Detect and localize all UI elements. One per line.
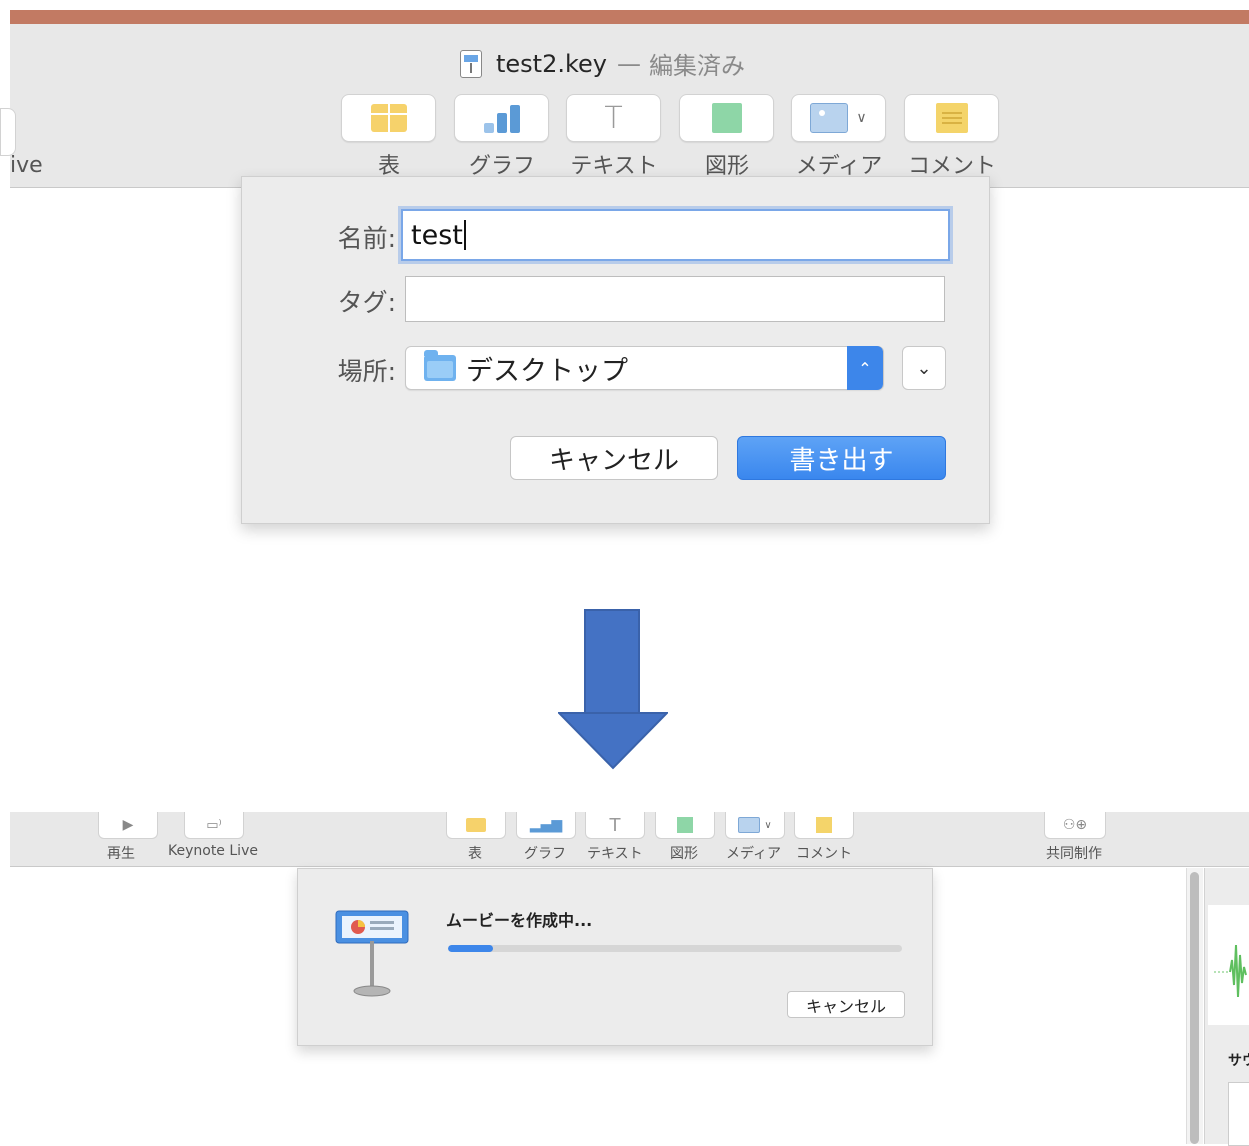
keynote-live-button[interactable]: [0, 108, 16, 156]
window-title: test2.key — 編集済み: [460, 46, 745, 81]
table-icon: [466, 818, 486, 832]
scrollbar-thumb[interactable]: [1190, 872, 1199, 1144]
media-icon: [810, 103, 849, 133]
text-caret: [463, 220, 466, 250]
comment-button-small[interactable]: [794, 812, 854, 839]
play-icon: ▶: [122, 817, 134, 833]
keynote-app-icon: [335, 910, 409, 997]
collaborate-button[interactable]: ⚇⊕: [1044, 812, 1106, 839]
window-titlebar-edge: [10, 10, 1249, 24]
shape-button-small[interactable]: [655, 812, 715, 839]
table-icon: [370, 104, 407, 132]
progress-bar: [448, 945, 902, 952]
title-separator: —: [617, 49, 641, 78]
text-icon: T: [609, 814, 621, 836]
table-label-small: 表: [468, 846, 482, 862]
chevron-down-icon: ∨: [856, 110, 867, 126]
comment-icon: [935, 103, 968, 133]
table-button[interactable]: [341, 94, 436, 142]
comment-label-small: コメント: [796, 846, 852, 862]
expand-dialog-button[interactable]: ⌄: [902, 346, 946, 390]
down-arrow-shaft: [584, 609, 640, 713]
export-dialog: 名前: test タグ: 場所: デスクトップ ⌃ ⌄ キャンセル 書き出す: [241, 176, 990, 524]
audio-waveform-preview: [1208, 905, 1249, 1025]
cancel-button[interactable]: キャンセル: [510, 436, 718, 480]
tags-field[interactable]: [405, 276, 945, 322]
popup-stepper-icon: ⌃: [847, 346, 883, 390]
collaborate-icon: ⚇⊕: [1062, 817, 1088, 833]
play-label: 再生: [107, 846, 135, 862]
keynote-live-label-small: Keynote Live: [168, 843, 258, 859]
text-button-small[interactable]: T: [585, 812, 645, 839]
chevron-down-icon: ⌄: [916, 357, 932, 379]
chart-label-small: グラフ: [524, 846, 566, 862]
chart-button-small[interactable]: ▂▄▆: [516, 812, 576, 839]
down-arrow-icon: [558, 712, 668, 770]
comment-icon: [816, 817, 832, 833]
progress-title: ムービーを作成中...: [446, 911, 593, 930]
waveform-icon: [1214, 944, 1247, 998]
media-button[interactable]: ∨: [791, 94, 886, 142]
export-button[interactable]: 書き出す: [737, 436, 946, 480]
name-field-value: test: [411, 219, 463, 251]
location-value: デスクトップ: [466, 355, 628, 387]
tags-label: タグ:: [337, 288, 396, 317]
document-name: test2.key: [496, 49, 607, 78]
play-button[interactable]: ▶: [98, 812, 158, 839]
inspector-section-label: サウ: [1228, 1053, 1249, 1069]
media-icon: [738, 817, 761, 833]
location-label: 場所:: [337, 357, 396, 386]
shape-icon: [711, 103, 742, 133]
display-icon: ▭⁾: [206, 817, 222, 833]
text-icon: T: [604, 100, 623, 136]
collaborate-label: 共同制作: [1046, 846, 1102, 862]
name-field[interactable]: test: [401, 209, 950, 261]
text-label-small: テキスト: [587, 846, 643, 862]
folder-icon: [424, 350, 456, 381]
progress-bar-fill: [448, 945, 494, 952]
shape-icon: [677, 817, 693, 833]
top-keynote-window: test2.key — 編集済み ive 表 グラフ T テキスト 図形 ∨ メ…: [0, 10, 1249, 550]
comment-button[interactable]: [904, 94, 999, 142]
chart-button[interactable]: [454, 94, 549, 142]
inspector-field[interactable]: [1228, 1082, 1249, 1146]
bottom-toolbar: ▶ 再生 ▭⁾ Keynote Live 表 ▂▄▆ グラフ T テキスト 図形…: [10, 812, 1249, 867]
shape-label-small: 図形: [670, 846, 698, 862]
keynote-document-icon: [460, 49, 482, 78]
keynote-live-button-small[interactable]: ▭⁾: [184, 812, 244, 839]
media-button-small[interactable]: ∨: [725, 812, 785, 839]
media-label-small: メディア: [726, 846, 782, 862]
toolbar: test2.key — 編集済み ive 表 グラフ T テキスト 図形 ∨ メ…: [0, 24, 1249, 188]
text-button[interactable]: T: [566, 94, 661, 142]
chart-icon: [482, 103, 522, 133]
edited-status: 編集済み: [649, 52, 745, 80]
shape-button[interactable]: [679, 94, 774, 142]
table-button-small[interactable]: [446, 812, 506, 839]
name-label: 名前:: [337, 224, 396, 253]
keynote-live-label: ive: [10, 153, 43, 178]
location-popup[interactable]: デスクトップ ⌃: [405, 346, 884, 390]
cancel-export-button[interactable]: キャンセル: [787, 991, 905, 1018]
chevron-down-icon: ∨: [764, 819, 772, 831]
export-progress-dialog: ムービーを作成中... キャンセル: [297, 868, 933, 1046]
chart-icon: ▂▄▆: [529, 817, 563, 833]
